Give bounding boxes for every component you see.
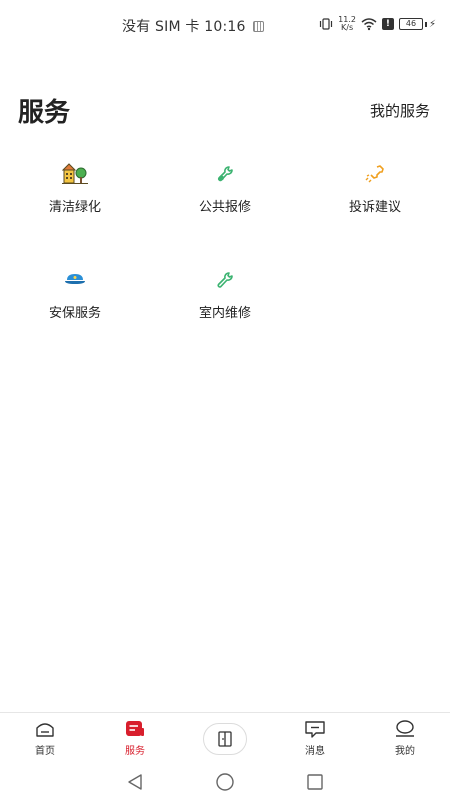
service-security[interactable]: 安保服务: [0, 266, 150, 326]
system-nav-bar: [0, 764, 450, 800]
service-grid: 清洁绿化 公共报修 投诉建议 安保服务 室内维修: [0, 160, 450, 326]
service-public-repair[interactable]: 公共报修: [150, 160, 300, 220]
status-carrier-time: 没有 SIM 卡 10:16: [122, 16, 264, 36]
wrench-icon: [211, 266, 239, 294]
my-services-button[interactable]: 我的服务: [370, 100, 430, 121]
phone-icon: [361, 160, 389, 188]
message-icon: [305, 721, 325, 738]
wrench-icon: [211, 160, 239, 188]
home-system-button[interactable]: [215, 772, 235, 792]
speed-unit: K/s: [341, 23, 354, 32]
service-label: 室内维修: [198, 306, 251, 321]
page-title: 服务: [18, 98, 71, 128]
service-label: 安保服务: [48, 306, 101, 321]
service-label: 公共报修: [198, 200, 251, 215]
status-icons: 11.2 K/s ! 46 ⚡: [319, 16, 436, 32]
service-label: 清洁绿化: [48, 200, 101, 215]
door-icon: [218, 731, 232, 747]
vibrate-icon: [320, 18, 333, 30]
home-icon: [36, 723, 54, 737]
recents-button[interactable]: [305, 772, 325, 792]
nav-service[interactable]: 服务: [90, 713, 180, 762]
wifi-icon: [361, 18, 377, 31]
battery-level: 46: [398, 18, 423, 30]
battery-indicator: 46 ⚡: [398, 18, 436, 30]
sim-card-icon: [252, 20, 264, 32]
service-cleaning-greening[interactable]: 清洁绿化: [0, 160, 150, 220]
building-tree-icon: [61, 160, 89, 188]
service-complaint-suggestion[interactable]: 投诉建议: [300, 160, 450, 220]
back-triangle-icon: [128, 774, 142, 790]
alert-icon: !: [381, 18, 394, 30]
security-cap-icon: [61, 266, 89, 294]
user-icon: [396, 720, 414, 737]
door-access-button[interactable]: [203, 723, 247, 755]
recents-square-icon: [307, 774, 323, 790]
nav-messages[interactable]: 消息: [270, 713, 360, 762]
bottom-nav: 首页 服务 消息 我的: [0, 712, 450, 762]
service-label: 投诉建议: [348, 200, 401, 215]
nav-home[interactable]: 首页: [0, 713, 90, 762]
service-indoor-repair[interactable]: 室内维修: [150, 266, 300, 326]
home-circle-icon: [216, 773, 234, 791]
status-bar: 没有 SIM 卡 10:16 11.2 K/s ! 46 ⚡: [0, 0, 450, 52]
nav-mine[interactable]: 我的: [360, 713, 450, 762]
back-button[interactable]: [125, 772, 145, 792]
network-speed: 11.2 K/s: [338, 16, 356, 32]
nav-door-access[interactable]: [180, 713, 270, 762]
battery-tip: [424, 21, 427, 27]
nav-home-label: 首页: [35, 746, 55, 757]
nav-mine-label: 我的: [395, 746, 415, 757]
carrier-time-text: 没有 SIM 卡 10:16: [122, 19, 246, 35]
nav-service-label: 服务: [125, 746, 145, 757]
charging-icon: ⚡: [428, 18, 436, 30]
service-list-icon: [126, 721, 144, 736]
nav-messages-label: 消息: [305, 746, 325, 757]
